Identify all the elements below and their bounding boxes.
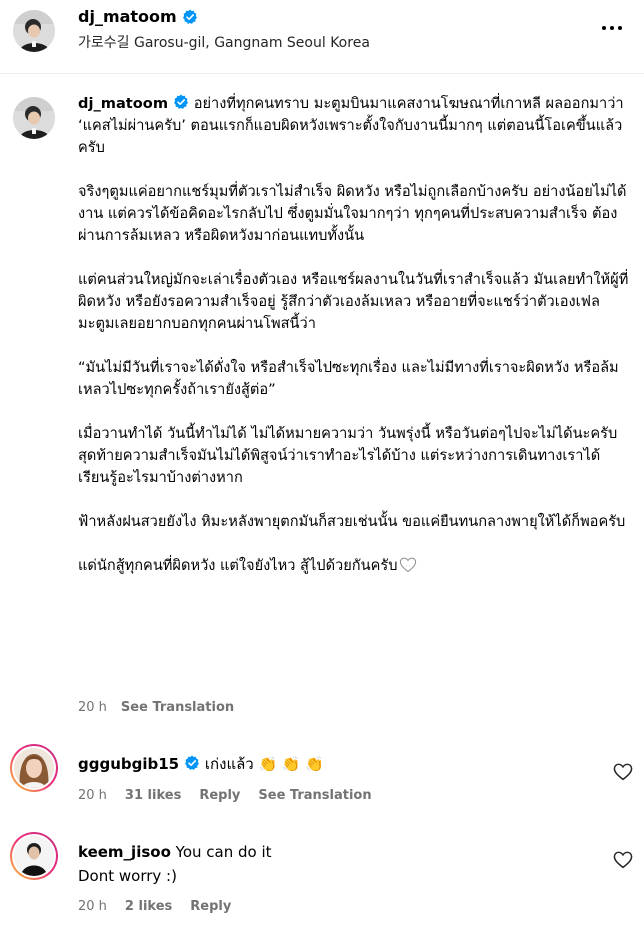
more-horizontal-icon[interactable] xyxy=(598,18,626,38)
comment-text: เก่งแล้ว 👏 👏 👏 xyxy=(204,755,325,773)
like-heart-icon[interactable] xyxy=(613,851,633,869)
caption-body: dj_matoom อย่างที่ทุกคนทราบ มะตูมบินมาแค… xyxy=(78,93,630,577)
comment-text-line2: Dont worry :) xyxy=(78,867,177,885)
comment-username[interactable]: gggubgib15 xyxy=(78,755,179,773)
header-username[interactable]: dj_matoom xyxy=(78,6,177,28)
comment-time: 20 h xyxy=(78,899,107,914)
caption-paragraph: สุดท้ายความสำเร็จมันไม่ได้พิสูจน์ว่าเราท… xyxy=(78,447,601,486)
like-heart-icon[interactable] xyxy=(613,763,633,781)
caption-meta: 20 h See Translation xyxy=(78,699,234,717)
see-translation-button[interactable]: See Translation xyxy=(121,699,234,717)
commenter-avatar[interactable] xyxy=(14,748,54,788)
caption-paragraph: แต่คนส่วนใหญ่มักจะเล่าเรื่องตัวเอง หรือแ… xyxy=(78,271,629,332)
see-translation-button[interactable]: See Translation xyxy=(258,787,371,805)
comment-likes[interactable]: 2 likes xyxy=(125,898,172,916)
caption-paragraph: dj_matoom อย่างที่ทุกคนทราบ มะตูมบินมาแค… xyxy=(78,93,630,159)
caption-username[interactable]: dj_matoom xyxy=(78,95,168,112)
caption-paragraph: ฟ้าหลังฝนสวยยังไง หิมะหลังพายุตกมันก็สวย… xyxy=(78,513,626,530)
comment-username[interactable]: keem_jisoo xyxy=(78,843,171,861)
comment-likes[interactable]: 31 likes xyxy=(125,787,181,805)
heart-emoji-icon xyxy=(400,557,417,573)
caption-paragraph: แด่นักสู้ทุกคนที่ผิดหวัง แต่ใจยังไหว สู้… xyxy=(78,555,630,577)
commenter-avatar[interactable] xyxy=(14,836,54,876)
comment-time: 20 h xyxy=(78,788,107,803)
reply-button[interactable]: Reply xyxy=(199,787,240,805)
reply-button[interactable]: Reply xyxy=(190,898,231,916)
post-header: dj_matoom 가로수길 Garosu-gil, Gangnam Seoul… xyxy=(0,0,644,74)
caption-text: แด่นักสู้ทุกคนที่ผิดหวัง แต่ใจยังไหว สู้… xyxy=(78,557,398,574)
caption-paragraph: จริงๆตูมแค่อยากแชร์มุมที่ตัวเราไม่สำเร็จ… xyxy=(78,183,627,244)
verified-badge-icon xyxy=(182,9,197,24)
caption-author-avatar[interactable] xyxy=(13,97,55,139)
comment-text: You can do it xyxy=(175,843,272,861)
caption-time: 20 h xyxy=(78,700,107,715)
caption-quote: “มันไม่มีวันที่เราจะได้ดั่งใจ หรือสำเร็จ… xyxy=(78,359,619,398)
header-username-row: dj_matoom xyxy=(78,6,198,28)
verified-badge-icon xyxy=(174,94,189,109)
comment-meta: 20 h 2 likes Reply xyxy=(78,898,231,916)
verified-badge-icon xyxy=(185,755,200,770)
caption-paragraph: เมื่อวานทำได้ วันนี้ทำไม่ได้ ไม่ได้หมายค… xyxy=(78,425,618,442)
comment-body: gggubgib15 เก่งแล้ว 👏 👏 👏 xyxy=(78,752,324,776)
author-avatar[interactable] xyxy=(13,10,55,52)
location-link[interactable]: 가로수길 Garosu-gil, Gangnam Seoul Korea xyxy=(78,33,370,53)
comment-body: keem_jisoo You can do it Dont worry :) xyxy=(78,840,272,888)
comment-meta: 20 h 31 likes Reply See Translation xyxy=(78,787,372,805)
